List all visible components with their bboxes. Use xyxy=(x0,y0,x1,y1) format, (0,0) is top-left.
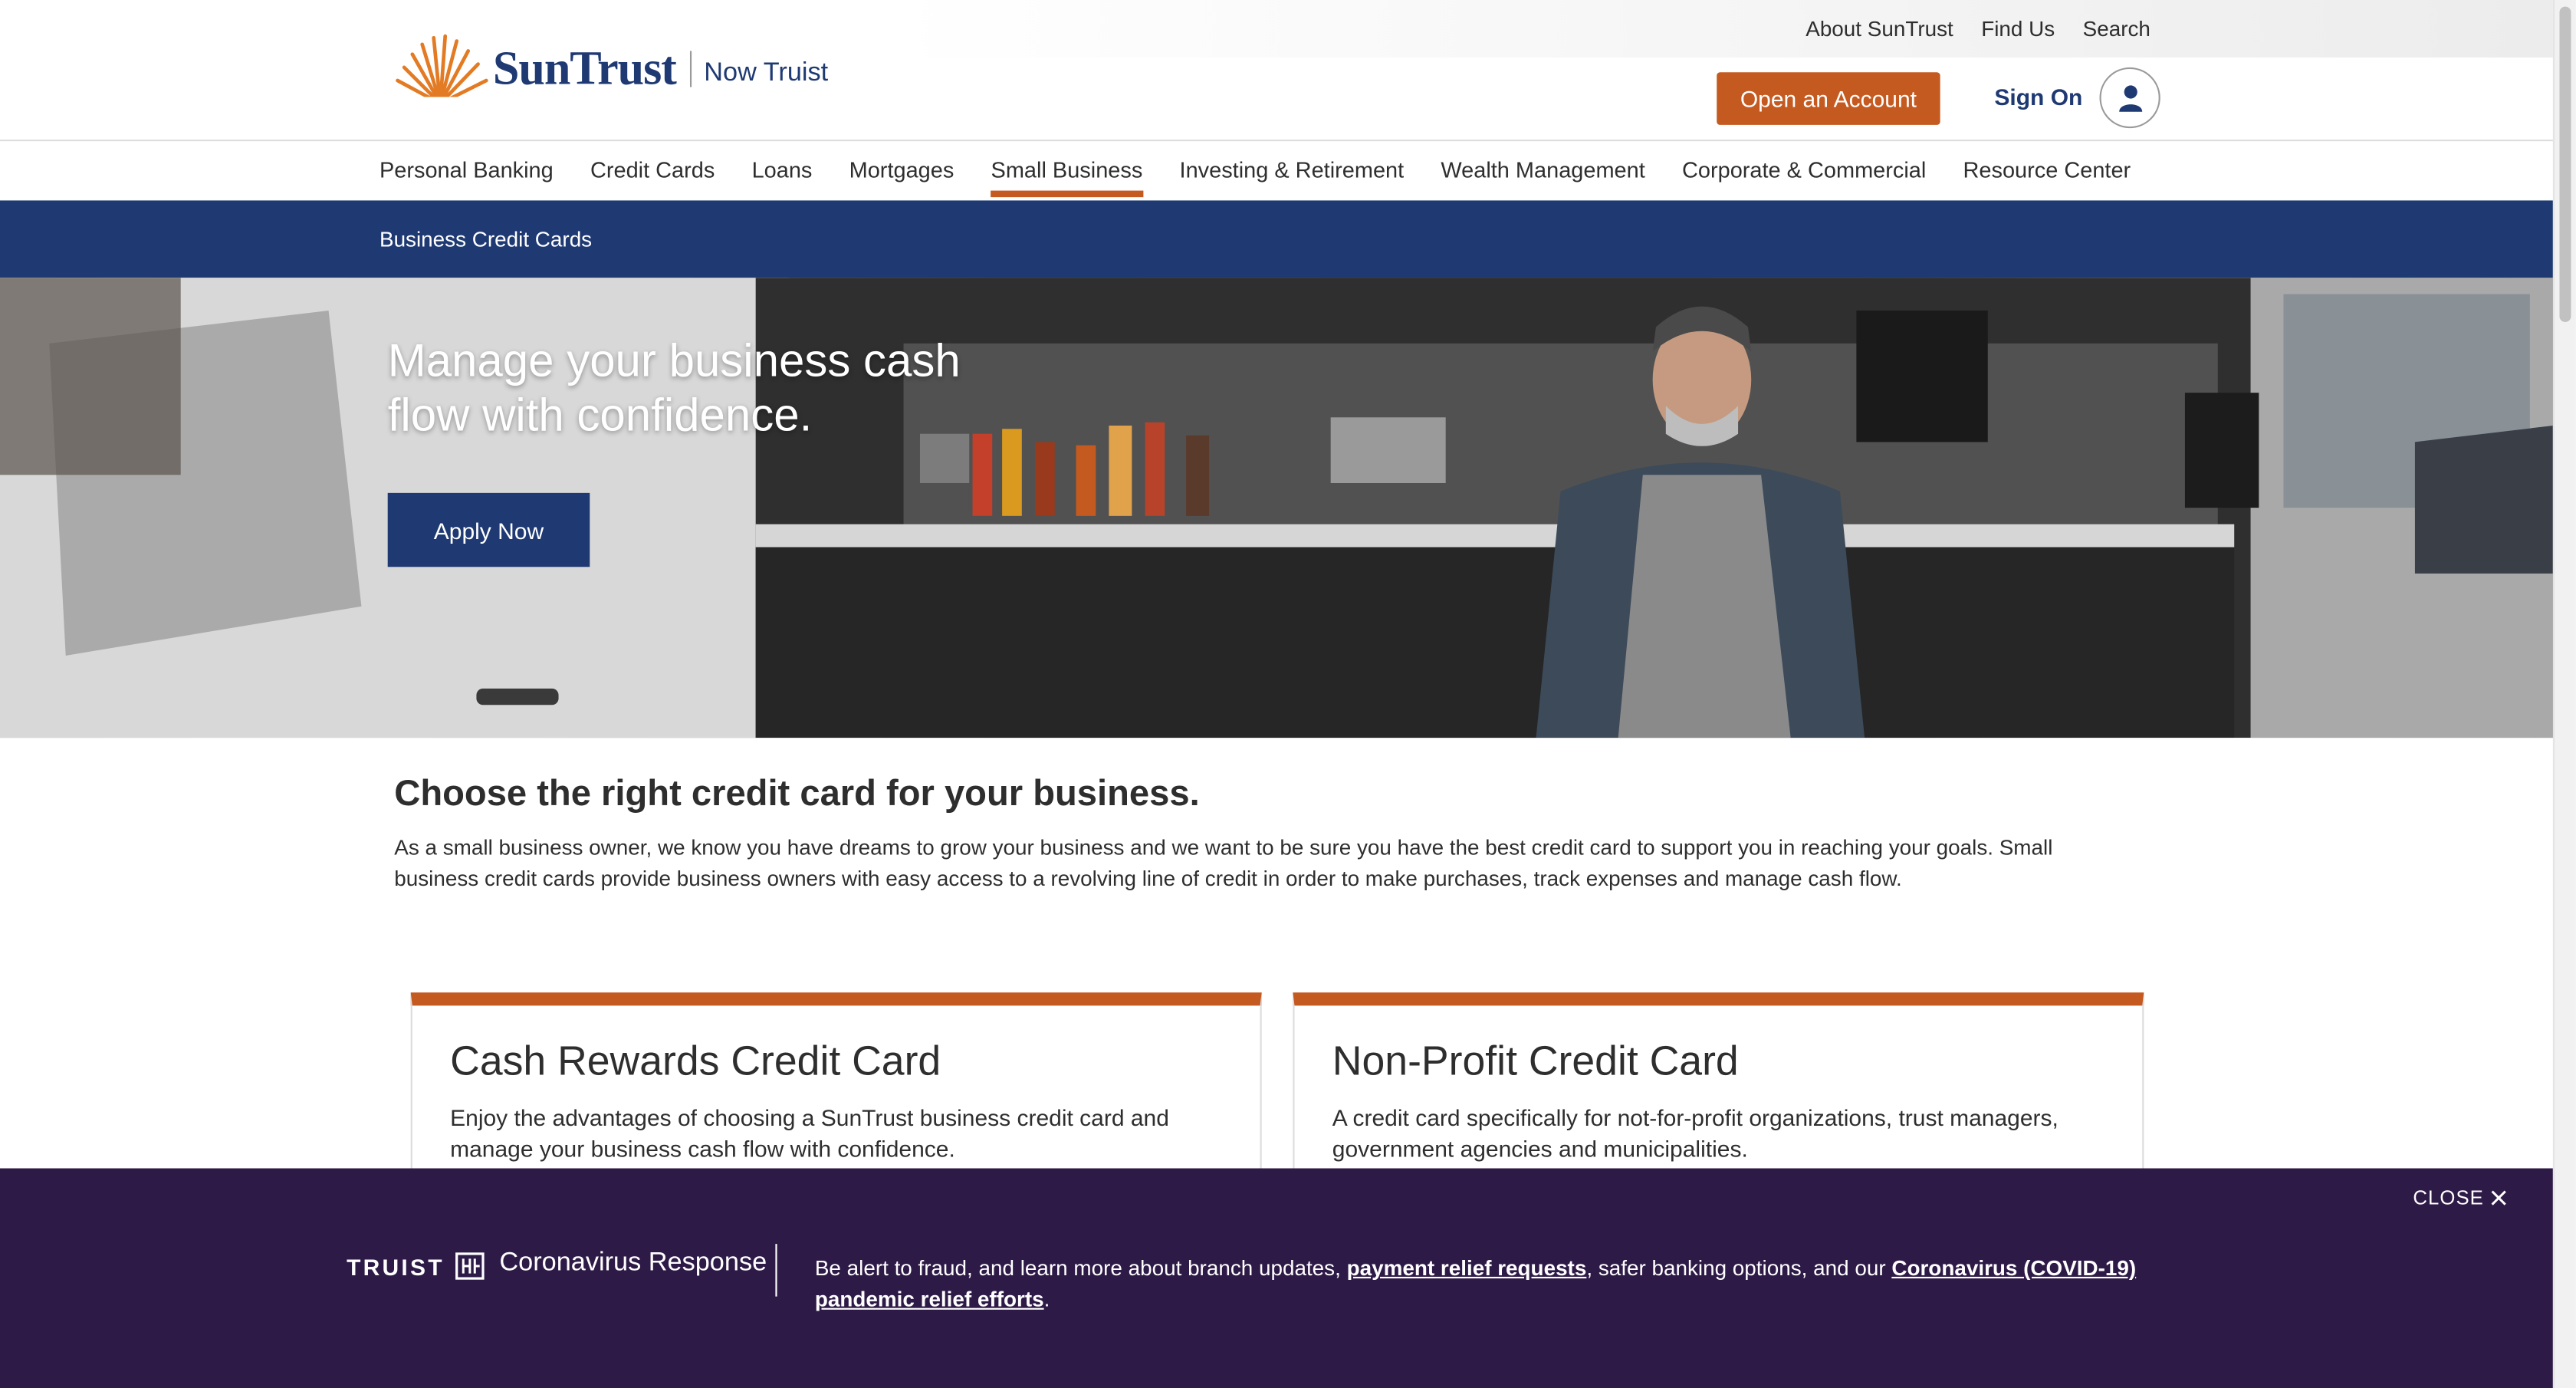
apply-now-button[interactable]: Apply Now xyxy=(387,492,590,567)
logo-tagline: Now Truist xyxy=(704,59,829,87)
subnav-business-credit-cards[interactable]: Business Credit Cards xyxy=(380,227,592,252)
banner-text-before: Be alert to fraud, and learn more about … xyxy=(814,1255,1347,1281)
sub-nav: Business Credit Cards xyxy=(0,200,2553,278)
hero-banner: Manage your business cash flow with conf… xyxy=(0,278,2553,738)
coronavirus-response-label: Coronavirus Response xyxy=(499,1248,767,1277)
suntrust-sun-logo-icon xyxy=(390,34,490,107)
card-title[interactable]: Non-Profit Credit Card xyxy=(1332,1038,1739,1086)
intro-title: Choose the right credit card for your bu… xyxy=(394,772,1200,814)
banner-text-middle: , safer banking options, and our xyxy=(1586,1255,1892,1281)
main-nav: Personal Banking Credit Cards Loans Mort… xyxy=(0,141,2553,201)
hero-title: Manage your business cash flow with conf… xyxy=(387,335,961,441)
nav-loans[interactable]: Loans xyxy=(752,158,813,183)
user-icon xyxy=(2118,84,2142,111)
nav-small-business[interactable]: Small Business xyxy=(991,158,1143,198)
truist-logo: TRUIST xyxy=(347,1252,484,1280)
find-us-link[interactable]: Find Us xyxy=(1981,16,2055,41)
payment-relief-link[interactable]: payment relief requests xyxy=(1347,1255,1587,1280)
page: About SunTrust Find Us Search SunTrust N… xyxy=(0,0,2576,1388)
nav-resource-center[interactable]: Resource Center xyxy=(1963,158,2131,183)
intro-text: As a small business owner, we know you h… xyxy=(394,834,2053,891)
utility-links: About SunTrust Find Us Search xyxy=(1806,16,2150,41)
close-label: CLOSE xyxy=(2413,1186,2484,1210)
header: SunTrust Now Truist Open an Account Sign… xyxy=(0,34,2553,142)
nav-credit-cards[interactable]: Credit Cards xyxy=(590,158,715,183)
close-banner-button[interactable]: CLOSE xyxy=(2413,1186,2507,1209)
page-scrollbar[interactable] xyxy=(2552,0,2576,1388)
nav-investing-retirement[interactable]: Investing & Retirement xyxy=(1180,158,1405,183)
nav-mortgages[interactable]: Mortgages xyxy=(849,158,955,183)
utility-bar: About SunTrust Find Us Search xyxy=(0,0,2553,58)
hero-image xyxy=(0,278,2553,738)
banner-message: Be alert to fraud, and learn more about … xyxy=(815,1252,2179,1314)
banner-divider xyxy=(775,1244,777,1297)
card-title[interactable]: Cash Rewards Credit Card xyxy=(450,1038,941,1086)
logo-divider xyxy=(688,51,692,87)
sign-on-link[interactable]: Sign On xyxy=(1994,84,2082,110)
truist-logo-mark-icon xyxy=(455,1252,484,1280)
sign-on-avatar-button[interactable] xyxy=(2099,67,2160,129)
nav-wealth-management[interactable]: Wealth Management xyxy=(1441,158,1644,183)
logo-wordmark: SunTrust xyxy=(492,41,677,95)
scrollbar-thumb[interactable] xyxy=(2559,6,2571,322)
nav-corporate-commercial[interactable]: Corporate & Commercial xyxy=(1682,158,1926,183)
covid-banner: CLOSE TRUIST Coronavirus Response Be ale… xyxy=(0,1168,2553,1388)
banner-text-after: . xyxy=(1043,1286,1050,1311)
open-account-button[interactable]: Open an Account xyxy=(1717,72,1940,125)
truist-wordmark: TRUIST xyxy=(347,1252,445,1280)
card-text: Enjoy the advantages of choosing a SunTr… xyxy=(450,1103,1169,1162)
search-link[interactable]: Search xyxy=(2083,16,2150,41)
card-text: A credit card specifically for not-for-p… xyxy=(1332,1103,2058,1162)
about-suntrust-link[interactable]: About SunTrust xyxy=(1806,16,1953,41)
suntrust-logo[interactable]: SunTrust Now Truist xyxy=(390,31,829,107)
close-icon xyxy=(2491,1190,2506,1205)
nav-personal-banking[interactable]: Personal Banking xyxy=(380,158,554,183)
